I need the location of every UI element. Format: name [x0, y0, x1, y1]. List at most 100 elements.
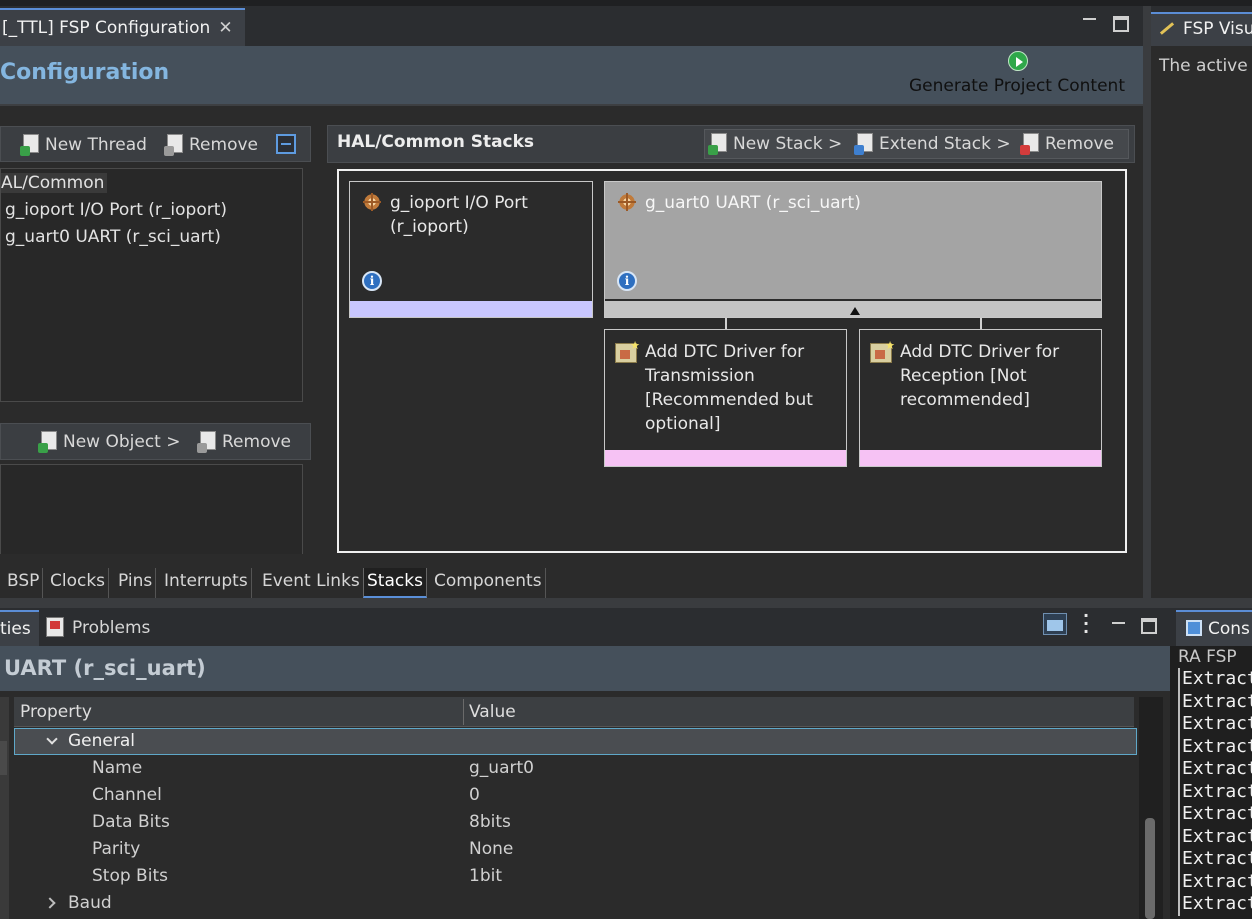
maximize-icon[interactable] — [1113, 16, 1129, 32]
column-divider[interactable] — [463, 699, 464, 725]
remove-object-button[interactable]: Remove — [197, 431, 291, 453]
property-value[interactable]: g_uart0 — [469, 758, 534, 778]
column-header-property[interactable]: Property — [20, 702, 92, 722]
tab-stacks[interactable]: Stacks — [363, 568, 427, 598]
close-icon[interactable]: ✕ — [218, 18, 232, 38]
console-line: Extract — [1182, 713, 1252, 734]
remove-icon — [164, 134, 183, 156]
column-header-value[interactable]: Value — [469, 702, 516, 722]
view-menu-icon[interactable]: · · · — [1079, 608, 1093, 640]
generate-play-icon[interactable] — [1008, 51, 1028, 71]
console-line: Extract — [1182, 780, 1252, 802]
remove-thread-label: Remove — [189, 135, 258, 155]
console-line: Extract — [1182, 668, 1252, 689]
objects-toolbar: New Object > Remove — [0, 423, 311, 460]
view-separator — [0, 598, 1252, 608]
tab-problems-label: Problems — [72, 618, 151, 638]
collapse-all-icon[interactable] — [276, 134, 296, 154]
threads-tree: AL/Common g_ioport I/O Port (r_ioport) g… — [0, 168, 303, 402]
properties-title: UART (r_sci_uart) — [4, 656, 206, 680]
property-name: Stop Bits — [92, 866, 168, 886]
extend-stack-icon — [854, 133, 873, 155]
editor-tab-label: [_TTL] FSP Configuration — [2, 18, 211, 38]
tab-clocks[interactable]: Clocks — [47, 568, 110, 598]
remove-icon — [197, 431, 216, 453]
module-icon — [363, 193, 381, 211]
property-value[interactable]: 0 — [469, 785, 480, 805]
threads-toolbar: New Thread Remove — [0, 126, 311, 162]
info-icon[interactable]: i — [362, 271, 382, 291]
editor-tab-fsp-configuration[interactable]: [_TTL] FSP Configuration ✕ — [0, 8, 245, 46]
console-name: RA FSP — [1178, 647, 1237, 667]
collapse-arrow-icon[interactable] — [850, 307, 860, 315]
remove-thread-button[interactable]: Remove — [164, 134, 258, 156]
new-stack-icon — [708, 133, 727, 155]
dtc-transmission-slot[interactable]: ★ Add DTC Driver for Transmission [Recom… — [604, 329, 847, 467]
tab-properties[interactable]: ties — [0, 610, 39, 646]
stacks-toolbar: New Stack > Extend Stack > Remove — [704, 129, 1129, 159]
tree-row-general[interactable] — [14, 728, 1137, 755]
view-options-icon[interactable] — [1043, 613, 1067, 635]
new-object-button[interactable]: New Object > — [38, 431, 181, 453]
stack-block-g-uart0[interactable]: g_uart0 UART (r_sci_uart) i — [604, 181, 1102, 318]
properties-tab-bar — [0, 608, 1170, 646]
tab-event-links[interactable]: Event Links — [259, 568, 364, 598]
new-object-icon — [38, 431, 57, 453]
extend-stack-button[interactable]: Extend Stack > — [854, 133, 1011, 155]
remove-stack-icon — [1020, 133, 1039, 155]
minimize-icon[interactable] — [1082, 12, 1098, 26]
new-stack-button[interactable]: New Stack > — [708, 133, 842, 155]
tree-item-g-ioport[interactable]: g_ioport I/O Port (r_ioport) — [5, 200, 227, 220]
stack-block-title: g_ioport I/O Port (r_ioport) — [390, 193, 528, 237]
maximize-icon[interactable] — [1141, 618, 1157, 634]
group-baud-label[interactable]: Baud — [68, 893, 112, 913]
property-value[interactable]: 8bits — [469, 812, 511, 832]
add-module-icon: ★ — [870, 339, 895, 363]
tab-console[interactable]: Cons — [1176, 610, 1252, 646]
new-object-label: New Object > — [63, 432, 181, 452]
scrollbar-thumb[interactable] — [1145, 818, 1155, 919]
property-name: Channel — [92, 785, 162, 805]
console-line: Extract — [1182, 735, 1252, 757]
tab-interrupts[interactable]: Interrupts — [161, 568, 252, 598]
tab-fsp-visualization[interactable]: FSP Visu — [1151, 12, 1252, 46]
wand-icon — [1159, 22, 1175, 35]
tab-problems[interactable]: Problems — [46, 610, 150, 646]
tree-item-g-uart0[interactable]: g_uart0 UART (r_sci_uart) — [5, 227, 221, 247]
tree-root-hal-common[interactable]: AL/Common — [1, 173, 108, 193]
module-icon — [618, 193, 636, 211]
stack-block-g-ioport[interactable]: g_ioport I/O Port (r_ioport) i — [349, 181, 593, 318]
property-name: Name — [92, 758, 143, 778]
problems-icon — [46, 617, 64, 637]
new-thread-icon — [20, 134, 39, 156]
console-line: Extract — [1182, 825, 1252, 847]
tab-components[interactable]: Components — [431, 568, 546, 598]
new-thread-button[interactable]: New Thread — [20, 134, 147, 156]
page-title: Configuration — [0, 60, 170, 85]
dtc-reception-slot[interactable]: ★ Add DTC Driver for Reception [Not reco… — [859, 329, 1102, 467]
view-separator — [1143, 6, 1151, 598]
new-thread-label: New Thread — [45, 135, 147, 155]
tab-pins[interactable]: Pins — [115, 568, 157, 598]
console-output[interactable]: Extract Extract Extract Extract Extract … — [1178, 668, 1252, 916]
info-icon[interactable]: i — [617, 271, 637, 291]
visualizer-body — [1151, 46, 1252, 598]
property-name: Parity — [92, 839, 141, 859]
property-value[interactable]: None — [469, 839, 513, 859]
objects-list — [0, 464, 303, 554]
dtc-reception-label: Add DTC Driver for Reception [Not recomm… — [900, 342, 1060, 410]
generate-project-content-button[interactable]: Generate Project Content — [909, 76, 1125, 96]
properties-category-strip[interactable] — [0, 697, 9, 919]
console-line: Extract — [1182, 870, 1252, 892]
console-line: Extract — [1182, 690, 1252, 712]
remove-stack-button[interactable]: Remove — [1020, 133, 1114, 155]
minimize-icon[interactable] — [1111, 616, 1127, 630]
stack-block-status-bar — [350, 301, 592, 317]
console-icon — [1186, 620, 1202, 636]
dtc-status-bar — [605, 450, 846, 466]
property-value[interactable]: 1bit — [469, 866, 502, 886]
remove-stack-label: Remove — [1045, 134, 1114, 154]
console-line: Extract — [1182, 893, 1252, 914]
visualizer-message: The active c — [1159, 56, 1252, 76]
tab-bsp[interactable]: BSP — [4, 568, 44, 598]
